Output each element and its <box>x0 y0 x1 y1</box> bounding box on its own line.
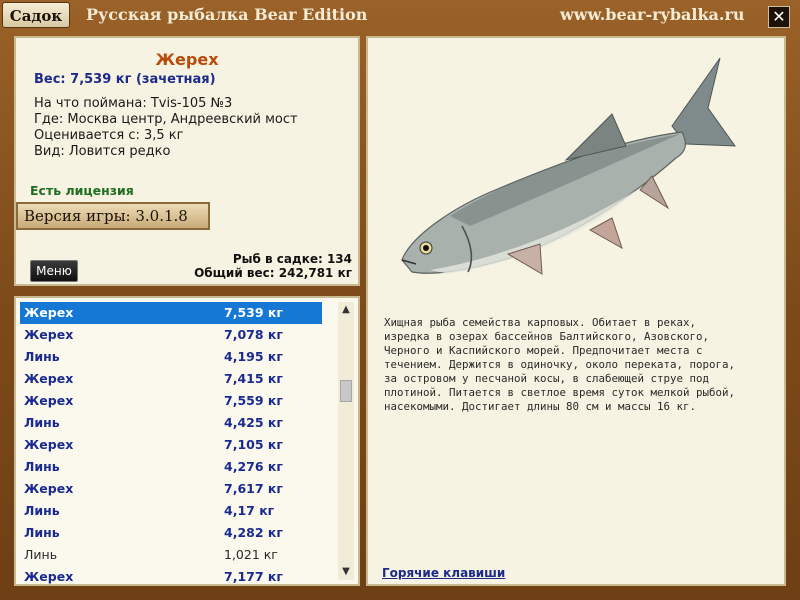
app-title: Русская рыбалка Bear Edition <box>86 5 368 24</box>
list-item-weight: 1,021 кг <box>224 547 278 562</box>
description-line: за островом у песчаной косы, в слабеющей… <box>384 372 710 385</box>
list-item-weight: 4,276 кг <box>224 459 283 474</box>
list-item-name: Линь <box>24 349 60 364</box>
list-item-weight: 7,559 кг <box>224 393 283 408</box>
fish-description: Хищная рыба семейства карповых. Обитает … <box>384 316 754 414</box>
description-line: изредка в озерах бассейнов Балтийского, … <box>384 330 710 343</box>
list-item-weight: 7,617 кг <box>224 481 283 496</box>
list-item[interactable]: Линь 4,282 кг <box>20 522 322 544</box>
fish-kind: Вид: Ловится редко <box>34 144 171 159</box>
site-url: www.bear-rybalka.ru <box>560 5 745 24</box>
list-item[interactable]: Жерех 7,559 кг <box>20 390 322 412</box>
scrollbar-thumb[interactable] <box>340 380 352 402</box>
list-item[interactable]: Жерех 7,177 кг <box>20 566 322 588</box>
list-item-name: Жерех <box>24 481 74 496</box>
list-item-weight: 7,078 кг <box>224 327 283 342</box>
list-item-weight: 4,425 кг <box>224 415 283 430</box>
fish-name: Жерех <box>155 50 219 69</box>
list-item-name: Линь <box>24 525 60 540</box>
list-item[interactable]: Жерех 7,415 кг <box>20 368 322 390</box>
description-line: Черного и Каспийского морей. Предпочитае… <box>384 344 703 357</box>
list-item[interactable]: Жерех 7,539 кг <box>20 302 322 324</box>
location: Где: Москва центр, Андреевский мост <box>34 112 298 127</box>
app-window: Садок Русская рыбалка Bear Edition www.b… <box>0 0 800 600</box>
list-item[interactable]: Линь 4,425 кг <box>20 412 322 434</box>
list-item[interactable]: Жерех 7,078 кг <box>20 324 322 346</box>
menu-button[interactable]: Меню <box>30 260 78 282</box>
description-line: плотиной. Питается в светлое время суток… <box>384 386 736 399</box>
fish-image <box>401 57 736 275</box>
fish-weight: Вес: 7,539 кг (зачетная) <box>34 72 216 87</box>
description-line: течением. Держится в одиночку, около пер… <box>384 358 736 371</box>
valued-from: Оценивается с: 3,5 кг <box>34 128 184 143</box>
list-item[interactable]: Жерех 7,617 кг <box>20 478 322 500</box>
fish-info-panel: Жерех Вес: 7,539 кг (зачетная) На что по… <box>14 36 360 286</box>
chevron-up-icon[interactable]: ▲ <box>338 302 354 318</box>
list-item[interactable]: Линь 4,17 кг <box>20 500 322 522</box>
version-badge: Версия игры: 3.0.1.8 <box>16 202 210 230</box>
list-item-weight: 7,177 кг <box>224 569 283 584</box>
hotkeys-link[interactable]: Горячие клавиши <box>382 566 505 580</box>
description-line: насекомыми. Достигает длины 80 см и масс… <box>384 400 697 413</box>
list-item-name: Линь <box>24 547 58 562</box>
list-item[interactable]: Линь 1,021 кг <box>20 544 322 566</box>
list-item-name: Жерех <box>24 393 74 408</box>
list-scrollbar[interactable]: ▲ ▼ <box>338 302 354 580</box>
list-item[interactable]: Жерех 7,105 кг <box>20 434 322 456</box>
list-item-weight: 4,195 кг <box>224 349 283 364</box>
list-item-weight: 4,17 кг <box>224 503 275 518</box>
catch-list-panel: Жерех 7,539 кг Жерех 7,078 кг Линь 4,195 кг… <box>14 296 360 586</box>
list-item-name: Жерех <box>24 437 74 452</box>
list-item-name: Жерех <box>24 305 74 320</box>
description-line: Хищная рыба семейства карповых. Обитает … <box>384 316 697 329</box>
license-status: Есть лицензия <box>30 183 134 198</box>
sadok-button[interactable]: Садок <box>2 2 70 28</box>
list-item[interactable]: Линь 4,276 кг <box>20 456 322 478</box>
close-icon[interactable]: ✕ <box>768 6 790 28</box>
list-item-name: Жерех <box>24 327 74 342</box>
caught-on: На что поймана: Tvis-105 №3 <box>34 96 233 111</box>
list-item-name: Линь <box>24 459 60 474</box>
list-item-weight: 7,539 кг <box>224 305 283 320</box>
list-item[interactable]: Линь 4,195 кг <box>20 346 322 368</box>
chevron-down-icon[interactable]: ▼ <box>338 564 354 580</box>
list-item-name: Жерех <box>24 371 74 386</box>
fish-count: Рыб в садке: 134 <box>232 252 352 266</box>
fish-detail-panel: Хищная рыба семейства карповых. Обитает … <box>366 36 786 586</box>
list-item-name: Линь <box>24 415 60 430</box>
catch-list: Жерех 7,539 кг Жерех 7,078 кг Линь 4,195 кг… <box>20 302 322 588</box>
list-item-weight: 4,282 кг <box>224 525 283 540</box>
total-weight: Общий вес: 242,781 кг <box>194 266 352 280</box>
list-item-name: Жерех <box>24 569 74 584</box>
list-item-name: Линь <box>24 503 60 518</box>
list-item-weight: 7,415 кг <box>224 371 283 386</box>
list-item-weight: 7,105 кг <box>224 437 283 452</box>
